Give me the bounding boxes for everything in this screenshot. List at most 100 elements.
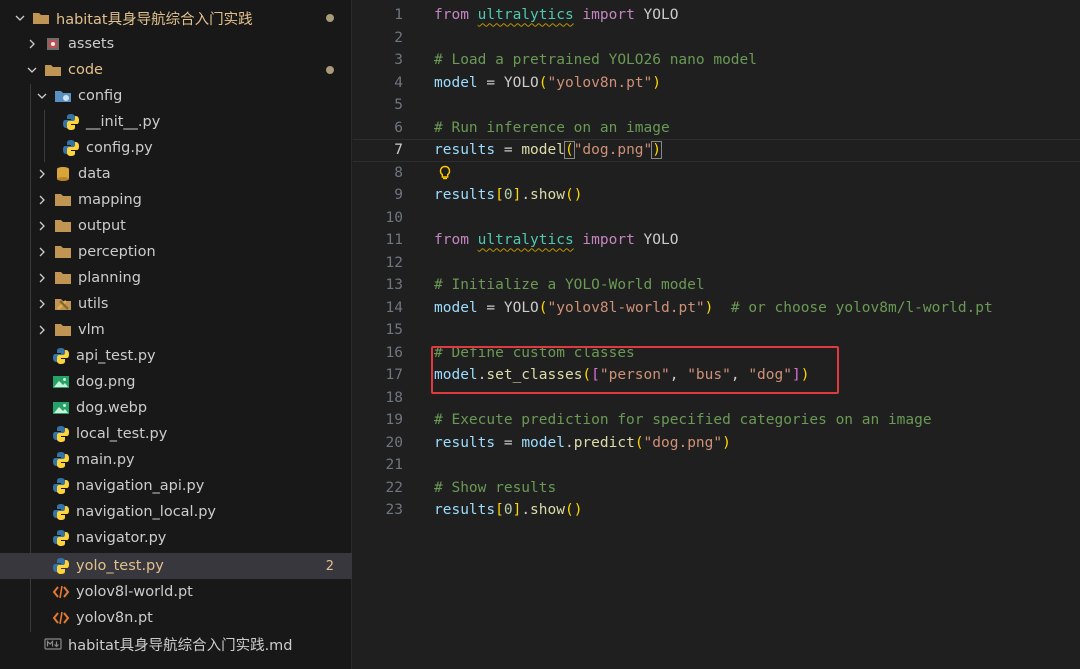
code-line: 10 <box>353 207 1080 230</box>
tree-item-perception[interactable]: perception <box>0 239 352 265</box>
tree-item-label: output <box>78 218 126 234</box>
chevron-right-icon <box>34 296 50 312</box>
chevron-right-icon <box>34 218 50 234</box>
code-editor[interactable]: 1 from ultralytics import YOLO 2 3 # Loa… <box>353 0 1080 669</box>
tree-item-label: local_test.py <box>76 426 168 442</box>
code-token: YOLO <box>503 299 539 316</box>
tree-item-label: navigation_local.py <box>76 504 216 520</box>
line-number: 22 <box>385 479 403 496</box>
code-token: = <box>495 142 522 159</box>
code-token: ) <box>722 434 731 451</box>
code-line: 12 <box>353 252 1080 275</box>
tree-item-label: utils <box>78 296 109 312</box>
line-number: 21 <box>385 457 403 474</box>
tree-item-label: yolov8l-world.pt <box>76 584 193 600</box>
tree-item-markdown-file[interactable]: habitat具身导航综合入门实践.md <box>0 631 352 657</box>
chevron-down-icon <box>12 10 28 26</box>
image-icon <box>52 373 70 391</box>
code-token: = <box>477 299 504 316</box>
tree-item-data[interactable]: data <box>0 161 352 187</box>
lightbulb-icon[interactable] <box>437 165 453 181</box>
code-token: ( <box>538 299 548 316</box>
code-token: 0 <box>503 187 513 204</box>
code-token: . <box>564 434 574 451</box>
code-token: model <box>521 434 565 451</box>
tree-item-local-test-py[interactable]: local_test.py <box>0 421 352 447</box>
code-line: 3 # Load a pretrained YOLO26 nano model <box>353 49 1080 72</box>
python-icon <box>52 503 70 521</box>
database-folder-icon <box>54 165 72 183</box>
folder-icon <box>54 217 72 235</box>
tree-item-config[interactable]: config <box>0 83 352 109</box>
tree-item-main-py[interactable]: main.py <box>0 447 352 473</box>
code-line: 8 <box>353 162 1080 185</box>
tree-item-navigation-api-py[interactable]: navigation_api.py <box>0 473 352 499</box>
line-number: 14 <box>385 299 403 316</box>
code-token: "dog.png" <box>573 142 653 159</box>
code-token: model <box>434 74 478 91</box>
annotation-highlight-box <box>431 346 839 394</box>
python-icon <box>52 557 70 575</box>
tree-item-yolov8l-world-pt[interactable]: yolov8l-world.pt <box>0 579 352 605</box>
tree-item-navigation-local-py[interactable]: navigation_local.py <box>0 499 352 525</box>
tree-item-mapping[interactable]: mapping <box>0 187 352 213</box>
tree-item-planning[interactable]: planning <box>0 265 352 291</box>
code-line: 19 # Execute prediction for specified ca… <box>353 409 1080 432</box>
line-number: 7 <box>394 142 403 159</box>
markdown-icon <box>44 635 62 653</box>
code-token: . <box>521 502 531 519</box>
tree-item-output[interactable]: output <box>0 213 352 239</box>
code-comment: # Execute prediction for specified categ… <box>434 412 932 429</box>
code-comment: # Run inference on an image <box>434 119 670 136</box>
root-folder-label: habitat具身导航综合入门实践 <box>56 11 253 28</box>
tree-item-assets[interactable]: assets <box>0 31 352 57</box>
code-token: ( <box>563 141 575 160</box>
tree-item-label: habitat具身导航综合入门实践.md <box>68 637 293 654</box>
tree-item-label: navigation_api.py <box>76 478 205 494</box>
code-comment: # Load a pretrained YOLO26 nano model <box>434 52 758 69</box>
line-number: 9 <box>394 187 403 204</box>
tree-item-init-py[interactable]: __init__.py <box>0 109 352 135</box>
line-number: 20 <box>385 434 403 451</box>
tree-item-yolov8n-pt[interactable]: yolov8n.pt <box>0 605 352 631</box>
line-number: 23 <box>385 502 403 519</box>
code-comment: # or choose yolov8m/l-world.pt <box>730 299 993 316</box>
tree-item-api-test-py[interactable]: api_test.py <box>0 343 352 369</box>
code-token: model <box>434 299 478 316</box>
tree-item-label: api_test.py <box>76 348 156 364</box>
code-comment: # Show results <box>434 479 557 496</box>
tree-item-dog-webp[interactable]: dog.webp <box>0 395 352 421</box>
tree-item-vlm[interactable]: vlm <box>0 317 352 343</box>
tree-item-label: __init__.py <box>86 114 161 130</box>
tree-item-label: yolov8n.pt <box>76 610 153 626</box>
code-token: model <box>521 142 565 159</box>
code-line-current: 7 results = model("dog.png") <box>353 139 1080 162</box>
python-icon <box>52 347 70 365</box>
code-token: = <box>495 434 522 451</box>
code-token: YOLO <box>503 74 539 91</box>
code-line: 21 <box>353 454 1080 477</box>
explorer-root-folder[interactable]: habitat具身导航综合入门实践 <box>0 5 352 31</box>
line-number: 4 <box>394 74 403 91</box>
code-token: predict <box>573 434 635 451</box>
tree-item-utils[interactable]: utils <box>0 291 352 317</box>
tree-item-navigator-py[interactable]: navigator.py <box>0 525 352 551</box>
code-token: "dog.png" <box>643 434 723 451</box>
code-token: ] <box>512 187 522 204</box>
chevron-right-icon <box>34 244 50 260</box>
tree-item-config-py[interactable]: config.py <box>0 135 352 161</box>
python-icon <box>52 451 70 469</box>
line-number: 15 <box>385 322 403 339</box>
code-token: ) <box>651 141 662 160</box>
code-line: 9 results[0].show() <box>353 184 1080 207</box>
code-line: 20 results = model.predict("dog.png") <box>353 432 1080 455</box>
folder-open-icon <box>32 9 50 27</box>
tree-item-dog-png[interactable]: dog.png <box>0 369 352 395</box>
code-token: ( <box>538 74 548 91</box>
assets-folder-icon <box>44 35 62 53</box>
tree-item-yolo-test-py[interactable]: yolo_test.py 2 <box>0 553 352 579</box>
code-brackets-icon <box>52 609 70 627</box>
line-number: 5 <box>394 97 403 114</box>
tree-item-code[interactable]: code <box>0 57 352 83</box>
folder-icon <box>54 191 72 209</box>
